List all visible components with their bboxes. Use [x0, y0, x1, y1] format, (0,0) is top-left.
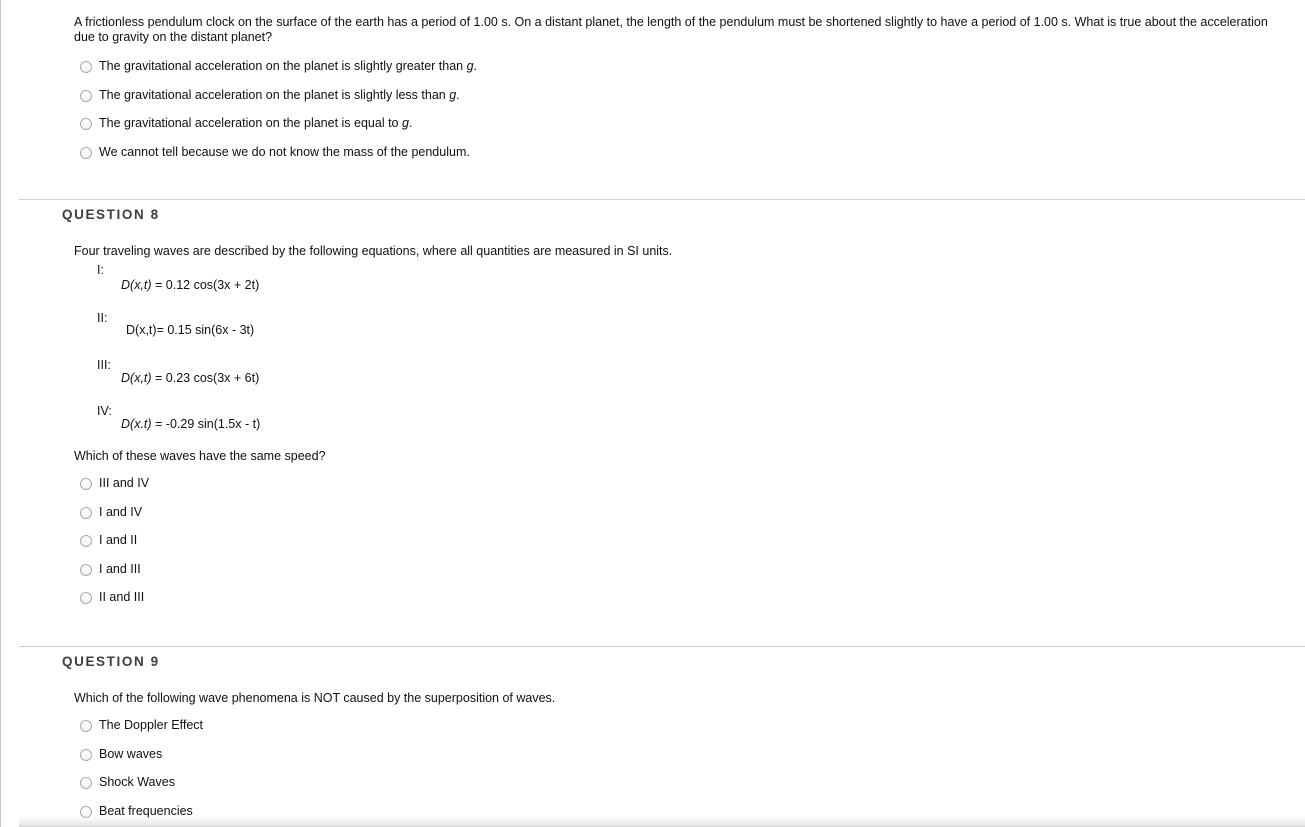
- option-label: The Doppler Effect: [99, 718, 203, 733]
- equation-2: D(x,t)= 0.15 sin(6x - 3t): [126, 323, 255, 337]
- question-9-heading: QUESTION 9: [62, 654, 160, 669]
- radio-button[interactable]: [80, 61, 92, 74]
- radio-button[interactable]: [80, 563, 92, 576]
- bottom-edge-shadow: [19, 816, 1305, 827]
- question-7-option-4[interactable]: We cannot tell because we do not know th…: [80, 138, 477, 167]
- equation-3-label: III:: [97, 358, 111, 372]
- radio-button[interactable]: [80, 478, 92, 491]
- radio-button[interactable]: [80, 118, 92, 131]
- question-8-answers: III and IV I and IV I and II I and III I…: [80, 469, 149, 612]
- equation-4: D(x.t) = -0.29 sin(1.5x - t): [121, 417, 261, 431]
- question-9-answers: The Doppler Effect Bow waves Shock Waves…: [80, 711, 203, 825]
- question-9-option-2[interactable]: Bow waves: [80, 740, 203, 769]
- radio-button[interactable]: [80, 506, 92, 519]
- question-8-option-4[interactable]: I and III: [80, 555, 149, 584]
- radio-button[interactable]: [80, 748, 92, 761]
- option-label: II and III: [99, 590, 145, 605]
- option-label: I and III: [99, 561, 141, 576]
- question-7-option-2[interactable]: The gravitational acceleration on the pl…: [80, 81, 477, 110]
- option-label: I and IV: [99, 504, 143, 519]
- radio-button[interactable]: [80, 720, 92, 733]
- equation-3: D(x,t) = 0.23 cos(3x + 6t): [121, 371, 260, 385]
- question-9-option-3[interactable]: Shock Waves: [80, 768, 203, 797]
- question-7-answers: The gravitational acceleration on the pl…: [80, 52, 477, 166]
- option-label: The gravitational acceleration on the pl…: [99, 87, 460, 102]
- option-label: I and II: [99, 533, 138, 548]
- section-divider: [19, 199, 1305, 200]
- equation-2-label: II:: [97, 311, 108, 325]
- question-8-option-2[interactable]: I and IV: [80, 498, 149, 527]
- question-8-option-1[interactable]: III and IV: [80, 469, 149, 498]
- question-7-option-3[interactable]: The gravitational acceleration on the pl…: [80, 109, 477, 138]
- option-label: The gravitational acceleration on the pl…: [99, 59, 478, 74]
- equation-1: D(x,t) = 0.12 cos(3x + 2t): [121, 278, 260, 292]
- question-8-subprompt: Which of these waves have the same speed…: [74, 449, 326, 463]
- radio-button[interactable]: [80, 146, 92, 159]
- section-divider: [19, 646, 1305, 647]
- option-label: Bow waves: [99, 746, 163, 761]
- radio-button[interactable]: [80, 592, 92, 605]
- option-label: We cannot tell because we do not know th…: [99, 144, 470, 159]
- question-8-option-5[interactable]: II and III: [80, 583, 149, 612]
- question-8-prompt: Four traveling waves are described by th…: [74, 244, 673, 258]
- option-label: The gravitational acceleration on the pl…: [99, 116, 413, 131]
- option-label: Shock Waves: [99, 775, 175, 790]
- question-7-prompt: A frictionless pendulum clock on the sur…: [74, 15, 1268, 44]
- radio-button[interactable]: [80, 777, 92, 790]
- page-left-border: [0, 0, 1, 827]
- question-9-prompt: Which of the following wave phenomena is…: [74, 691, 556, 705]
- equation-4-label: IV:: [97, 404, 112, 418]
- option-label: III and IV: [99, 476, 150, 491]
- question-8-heading: QUESTION 8: [62, 207, 160, 222]
- question-7-option-1[interactable]: The gravitational acceleration on the pl…: [80, 52, 477, 81]
- radio-button[interactable]: [80, 89, 92, 102]
- radio-button[interactable]: [80, 535, 92, 548]
- equation-1-label: I:: [97, 263, 104, 277]
- question-8-option-3[interactable]: I and II: [80, 526, 149, 555]
- question-9-option-1[interactable]: The Doppler Effect: [80, 711, 203, 740]
